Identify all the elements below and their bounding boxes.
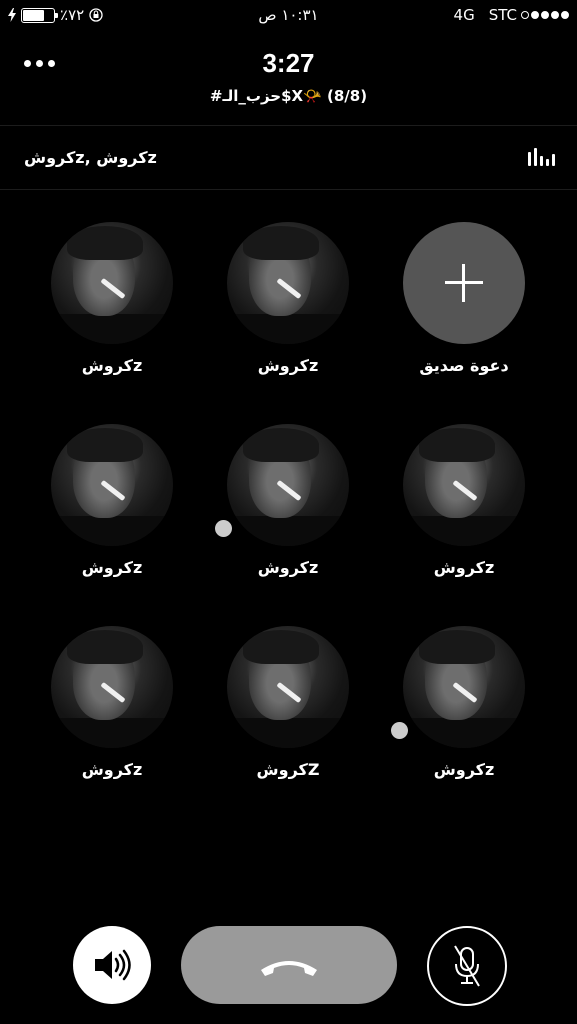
participant-tile[interactable]: كروشz [389,626,539,779]
avatar [51,626,173,748]
group-name: #حزب_الـ$X📯 (8/8) [209,87,368,105]
status-bar: ٪٧٢ ١٠:٣١ ص 4G STC [0,0,577,30]
participants-bar: كروشz, كروشz [0,126,577,190]
participant-tile[interactable]: كروشz [213,424,363,577]
participant-label: كروشz [257,356,319,375]
call-header: 3:27 #حزب_الـ$X📯 (8/8) [0,40,577,126]
avatar [227,222,349,344]
participant-tile[interactable]: كروشz [389,424,539,577]
participant-tile[interactable]: كروشz [37,626,187,779]
signal-icon [521,11,569,19]
signal-dot [561,11,569,19]
status-right: 4G STC [454,6,569,24]
signal-dot [551,11,559,19]
carrier-name: STC [488,6,517,24]
network-type: 4G [453,6,475,24]
phone-hangup-icon [261,961,317,976]
plus-icon [403,222,525,344]
invite-friend-button[interactable]: دعوة صديق [389,222,539,375]
participant-label: دعوة صديق [419,356,509,375]
participant-tile[interactable]: كروشz [37,222,187,375]
avatar [227,424,349,546]
status-dot [215,520,232,537]
call-controls [0,926,577,1006]
participants-names: كروشz, كروشz [24,148,157,167]
participant-label: كروشz [433,558,495,577]
audio-level-icon[interactable] [528,148,555,166]
participant-label: كروشz [257,558,319,577]
signal-dot [521,11,529,19]
more-icon[interactable] [24,60,55,67]
participant-label: كروشZ [256,760,320,779]
participant-label: كروشz [81,356,143,375]
participant-tile[interactable]: كروشZ [213,626,363,779]
participant-label: كروشz [81,760,143,779]
mic-off-icon [454,945,480,987]
avatar [51,424,173,546]
signal-dot [531,11,539,19]
avatar [227,626,349,748]
speaker-icon [95,949,131,981]
status-dot [391,722,408,739]
participant-tile[interactable]: كروشz [37,424,187,577]
avatar [403,424,525,546]
participant-label: كروشz [433,760,495,779]
participant-tile[interactable]: كروشz [213,222,363,375]
signal-dot [541,11,549,19]
avatar [403,626,525,748]
call-duration: 3:27 [262,48,315,78]
speaker-button[interactable] [73,926,151,1004]
end-call-button[interactable] [181,926,397,1004]
avatar [51,222,173,344]
participant-label: كروشz [81,558,143,577]
mute-button[interactable] [427,926,507,1006]
